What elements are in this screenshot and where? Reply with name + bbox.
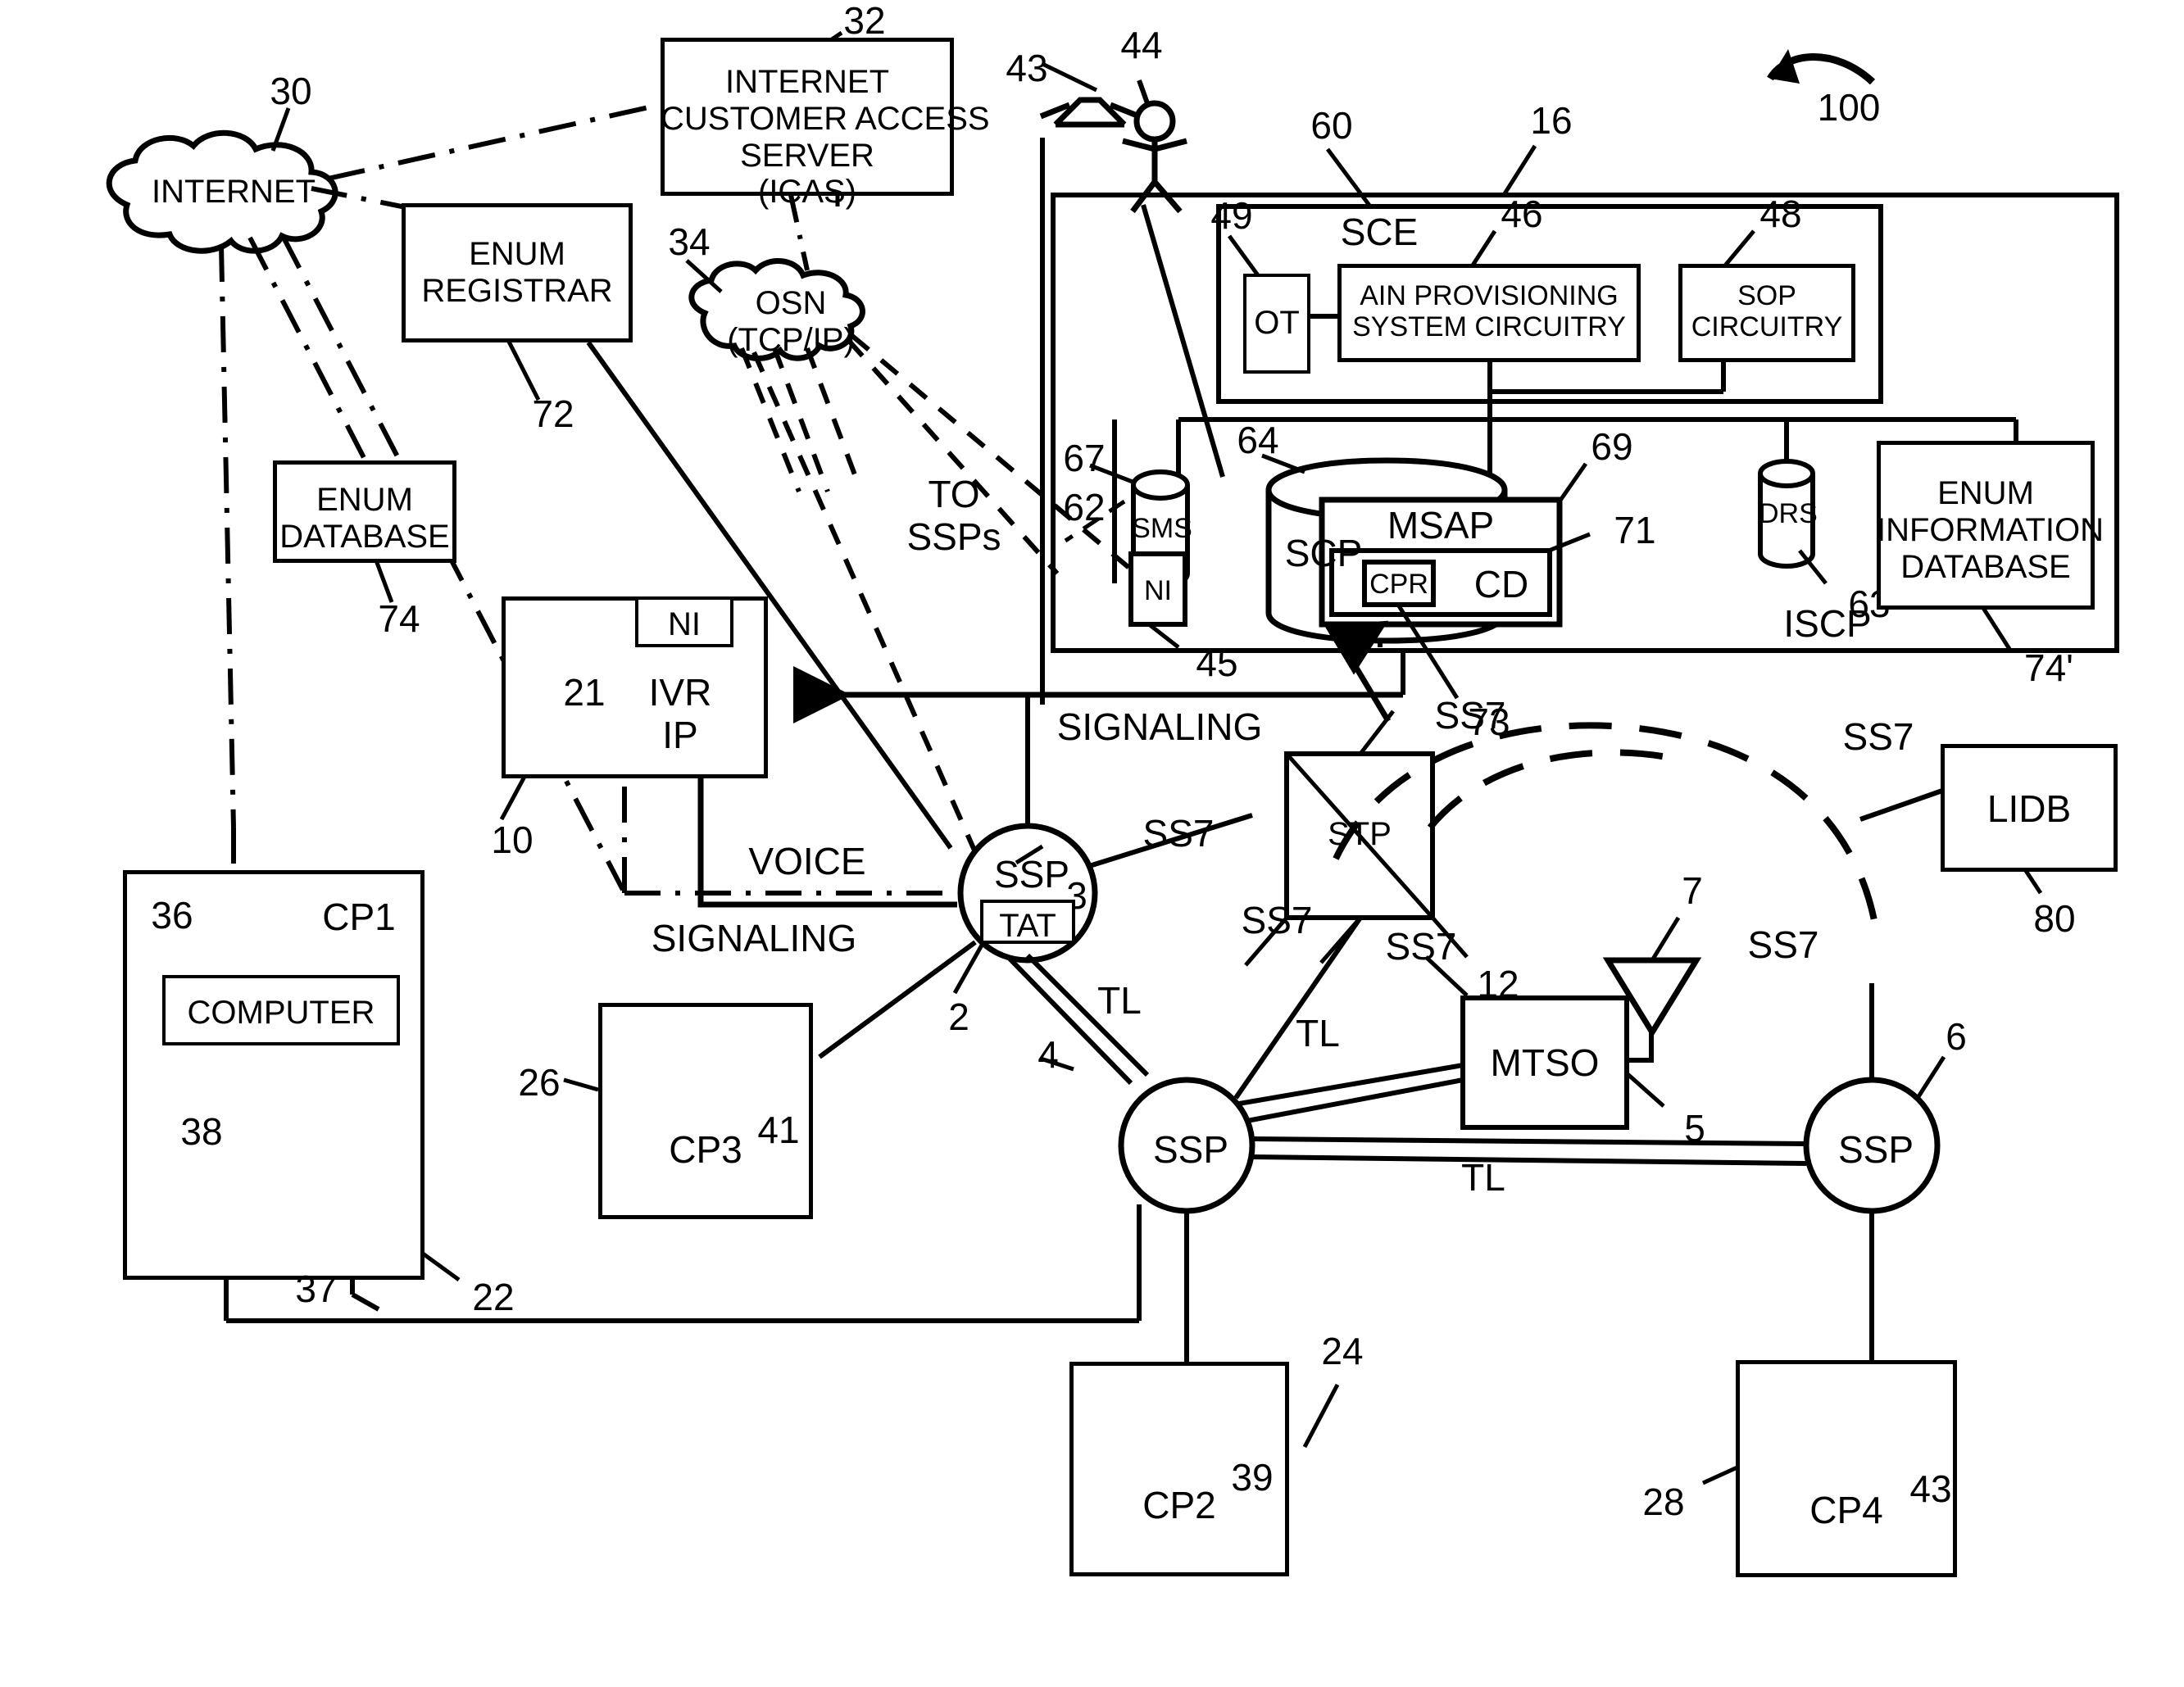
ni-ivr-label: NI [668, 606, 701, 642]
cpr-label: CPR [1369, 569, 1428, 600]
link-label-ss7-2: SS7 [1241, 899, 1313, 941]
ref-21: 21 [563, 671, 606, 714]
cp1-label: CP1 [322, 896, 396, 938]
link-label-signaling-upper: SIGNALING [1056, 705, 1263, 748]
ref-26: 26 [518, 1061, 561, 1104]
ain-provisioning-label: AIN PROVISIONING SYSTEM CIRCUITRY [1352, 280, 1626, 343]
phone-ref-39: 39 [1231, 1456, 1274, 1499]
sms-label: SMS [1132, 513, 1192, 544]
enum-registrar-label: ENUM REGISTRAR [421, 236, 613, 309]
phone-ref-41: 41 [757, 1109, 800, 1151]
ref-74-prime: 74' [2024, 646, 2073, 689]
ssp-node-6-label: SSP [1837, 1128, 1914, 1171]
ref-22: 22 [472, 1276, 515, 1318]
sce-label: SCE [1340, 211, 1419, 253]
link-label-ss7-1: SS7 [1142, 812, 1215, 855]
enum-information-database-label: ENUM INFORMATION DATABASE [1877, 475, 2105, 585]
ref-72: 72 [532, 392, 574, 435]
ref-67: 67 [1063, 437, 1106, 479]
mtso-label: MTSO [1490, 1041, 1600, 1084]
icas-label: INTERNET CUSTOMER ACCESS SERVER (ICAS) [661, 64, 990, 211]
ref-12: 12 [1477, 963, 1519, 1005]
ref-32: 32 [843, 0, 886, 42]
ref-45: 45 [1196, 642, 1238, 684]
enum-database-label: ENUM DATABASE [279, 482, 450, 555]
ref-64: 64 [1237, 419, 1279, 461]
drs-label: DRS [1759, 498, 1818, 529]
ref-36: 36 [151, 894, 193, 936]
link-label-voice: VOICE [748, 840, 866, 882]
lidb-label: LIDB [1986, 787, 2072, 830]
ref-46: 46 [1501, 193, 1543, 235]
ivr-ip-label: IVR IP [648, 671, 712, 756]
ref-60: 60 [1310, 104, 1353, 147]
ref-62: 62 [1063, 486, 1106, 528]
link-label-ss7-3: SS7 [1385, 925, 1457, 968]
sop-circuitry-label: SOP CIRCUITRY [1691, 280, 1843, 343]
ref-49: 49 [1210, 194, 1253, 237]
link-label-signaling-lower: SIGNALING [651, 917, 857, 959]
phone-ref-43-cp4: 43 [1909, 1467, 1952, 1510]
ref-69: 69 [1591, 425, 1633, 468]
link-label-ss7-4: SS7 [1434, 694, 1506, 737]
computer-label: COMPUTER [187, 995, 375, 1031]
osn-cloud-label: OSN (TCP/IP) [727, 285, 855, 358]
ssp-node-4-label: SSP [1152, 1128, 1229, 1171]
ref-71: 71 [1614, 509, 1656, 551]
ref-10: 10 [491, 819, 534, 861]
internet-cloud-label: INTERNET [152, 174, 316, 210]
antenna-ref-7: 7 [1682, 869, 1703, 912]
phone-ref-43-top: 43 [1006, 47, 1048, 89]
ref-5: 5 [1684, 1107, 1705, 1150]
link-label-ss7-5: SS7 [1747, 923, 1819, 966]
link-label-ss7-6: SS7 [1842, 715, 1914, 758]
cd-label: CD [1473, 563, 1529, 605]
tat-label: TAT [999, 908, 1056, 944]
ot-label: OT [1254, 305, 1300, 341]
patent-figure-canvas: 100 INTERNET 30 INTERNET CUSTOMER ACCESS… [0, 0, 2184, 1687]
link-label-tl-1: TL [1097, 979, 1142, 1022]
stp-label: STP [1328, 816, 1392, 852]
ref-74: 74 [378, 597, 420, 640]
link-label-tl-3: TL [1461, 1156, 1505, 1199]
link-label-tl-2: TL [1296, 1012, 1340, 1054]
ref-2: 2 [948, 995, 969, 1038]
ref-48: 48 [1759, 193, 1802, 235]
ref-6: 6 [1946, 1015, 1967, 1058]
figure-reference-100: 100 [1817, 86, 1881, 129]
ref-16: 16 [1530, 99, 1573, 142]
ref-30: 30 [270, 70, 312, 112]
antenna-ref-37: 37 [295, 1268, 338, 1310]
ref-28: 28 [1642, 1481, 1685, 1523]
ref-24: 24 [1321, 1330, 1364, 1372]
ref-80: 80 [2033, 897, 2076, 940]
msap-label: MSAP [1387, 504, 1495, 546]
ref-4: 4 [1038, 1033, 1059, 1076]
ni-iscp-label: NI [1144, 575, 1172, 606]
operator-ref-44: 44 [1120, 24, 1163, 66]
link-label-to-ssps: TO SSPs [906, 473, 1001, 558]
phone-ref-38: 38 [180, 1110, 223, 1153]
ref-34: 34 [668, 220, 711, 263]
